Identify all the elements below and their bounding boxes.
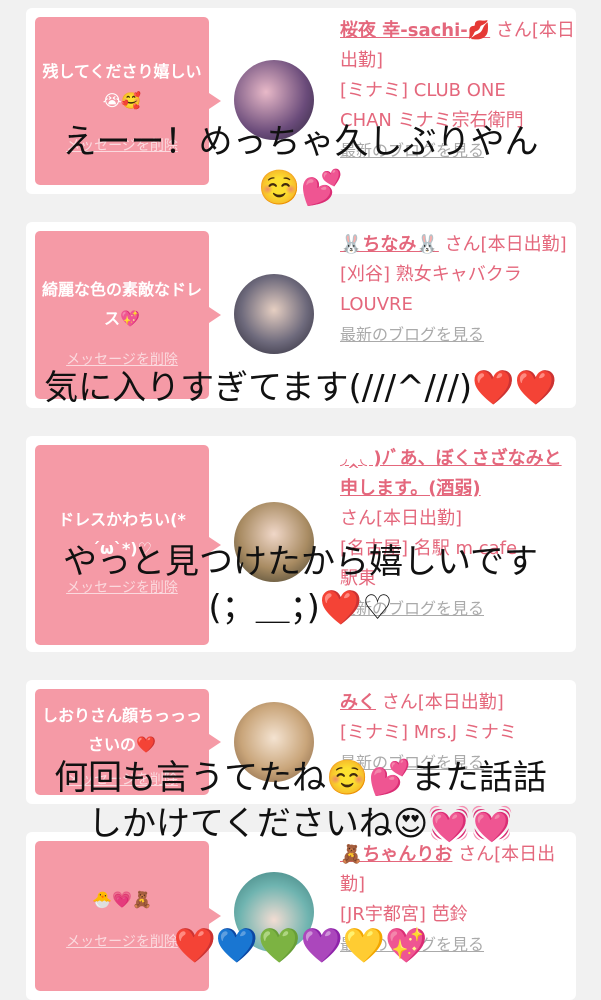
cast-name-link[interactable]: 🐰ちなみ🐰 <box>340 234 439 255</box>
cast-name-link[interactable]: ◞‸◟ )ﾉﾞあ、ぼくさざなみと申します。(酒弱) <box>340 448 562 499</box>
shop-name[interactable]: [ミナミ] Mrs.J ミナミ <box>340 722 517 743</box>
overlay-caption: えーー！めっちゃ久しぶりやん <box>62 122 539 162</box>
overlay-caption: ☺️💕 <box>258 168 343 208</box>
cast-info: 🐰ちなみ🐰 さん[本日出勤] [刈谷] 熟女キャバクラ LOUVRE 最新のブロ… <box>340 230 576 350</box>
message-text: しおりさん顔ちっっっさいの❤️ <box>41 706 202 754</box>
shop-name[interactable]: [ミナミ] CLUB ONE <box>340 80 506 101</box>
message-text: 綺麗な色の素敵なドレス💖 <box>41 280 202 328</box>
cast-name-link[interactable]: 🧸ちゃんりお <box>340 844 452 865</box>
shop-name[interactable]: [刈谷] 熟女キャバクラ <box>340 264 522 285</box>
overlay-caption: (；＿；)❤️♡ <box>208 588 393 628</box>
message-text: 残してくださり嬉しい😭🥰 <box>42 62 202 110</box>
overlay-caption: 何回も言うてたね☺️💕また話話 <box>54 758 547 798</box>
cast-name-link[interactable]: 桜夜 幸-sachi-💋 <box>340 20 490 41</box>
overlay-caption: やっと見つけたから嬉しいです <box>63 542 538 582</box>
overlay-emoji-row: ❤️💙💚💜💛💖 <box>173 926 428 966</box>
message-bubble: 🐣💗🧸 メッセージを削除 <box>35 841 221 991</box>
latest-blog-link[interactable]: 最新のブログを見る <box>340 325 484 344</box>
shop-name-cont[interactable]: LOUVRE <box>340 294 413 315</box>
cast-status: さん[本日出勤] <box>444 234 567 255</box>
cast-name-link[interactable]: みく <box>340 692 376 713</box>
cast-status: さん[本日出勤] <box>340 508 463 529</box>
shop-name[interactable]: [JR宇都宮] 芭鈴 <box>340 904 468 925</box>
avatar[interactable] <box>234 274 314 354</box>
cast-status: さん[本日出勤] <box>381 692 504 713</box>
overlay-caption: しかけてくださいね😍💓💓 <box>87 804 514 844</box>
overlay-caption: 気に入りすぎてます(///^///)❤️❤️ <box>44 368 557 408</box>
message-text: 🐣💗🧸 <box>92 890 152 909</box>
message-card: 🐣💗🧸 メッセージを削除 🧸ちゃんりお さん[本日出勤] [JR宇都宮] 芭鈴 … <box>26 832 576 1000</box>
